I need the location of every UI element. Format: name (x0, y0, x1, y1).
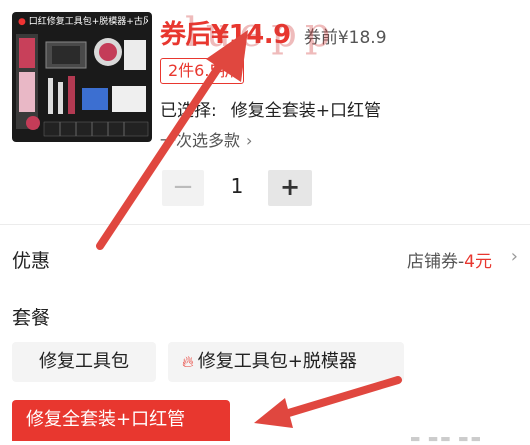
promo-tag: 2件6.5折 (160, 58, 244, 84)
selected-variant-row[interactable]: 已选择: 修复全套装+口红管 (160, 96, 381, 121)
product-kit-image (16, 34, 149, 137)
quantity-value[interactable]: 1 (224, 174, 250, 198)
package-option-label: 修复工具包+脱模器 (197, 351, 357, 372)
arrow-left-icon (254, 376, 402, 428)
bottom-cropped-text: ▬ ▬▬ ▬▬ (410, 432, 483, 445)
selected-label: 已选择: (160, 101, 217, 121)
package-option-repair-kit[interactable]: 修复工具包 (12, 342, 156, 382)
discount-label: 优惠 (12, 250, 51, 272)
package-label: 套餐 (12, 307, 51, 329)
selected-variant-value: 修复全套装+口红管 (230, 101, 381, 121)
store-coupon[interactable]: 店铺券-4元 (407, 247, 492, 272)
multi-select-link[interactable]: 一次选多款 › (160, 127, 252, 151)
package-option-repair-kit-demolder[interactable]: 🔥︎ 修复工具包+脱模器 (168, 342, 404, 382)
price-after-coupon: 券后¥14.9 (160, 20, 291, 50)
price-before-coupon: 券前¥18.9 (303, 28, 387, 48)
package-option-full-set-selected[interactable]: 修复全套装+口红管 (12, 400, 230, 441)
chevron-right-icon[interactable]: › (511, 246, 518, 267)
quantity-decrease-button[interactable]: − (162, 170, 204, 206)
coupon-prefix: 店铺券- (407, 252, 465, 272)
coupon-amount: 4元 (464, 252, 492, 272)
product-thumbnail[interactable]: ● 口红修复工具包+脱模器+古风口红管 (12, 12, 152, 142)
section-divider (0, 224, 530, 225)
quantity-increase-button[interactable]: + (268, 170, 312, 206)
chevron-right-icon: › (246, 131, 253, 150)
flame-icon: 🔥︎ (182, 352, 194, 371)
multi-select-label: 一次选多款 (160, 131, 241, 150)
price-row: 券后¥14.9 券前¥18.9 (160, 14, 387, 52)
